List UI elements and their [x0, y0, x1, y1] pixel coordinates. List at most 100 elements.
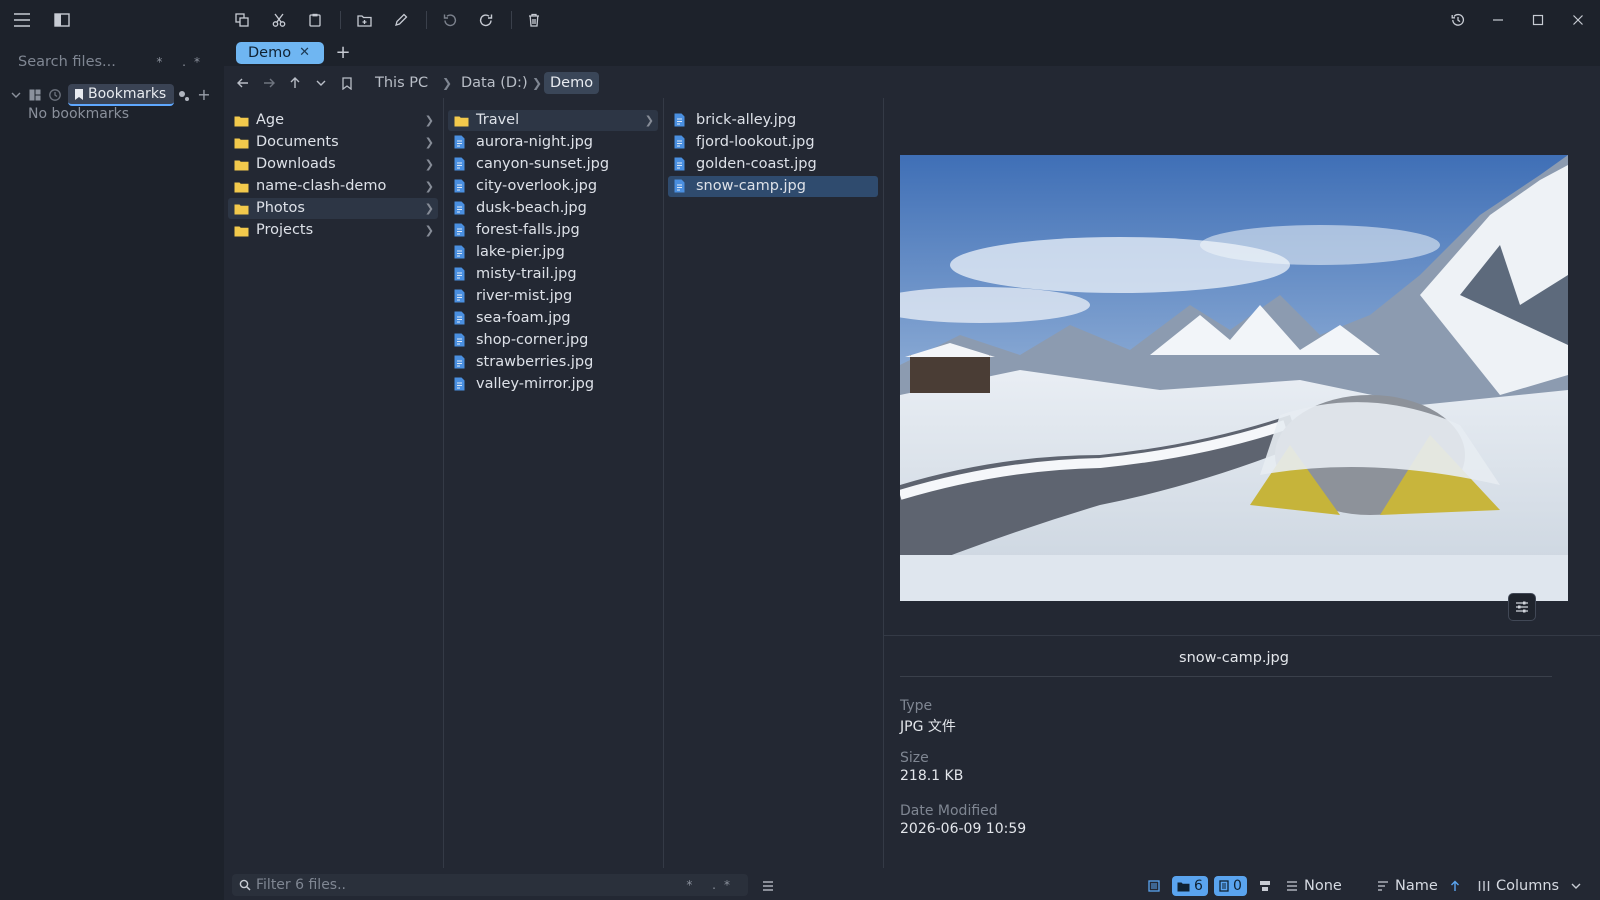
menu-icon[interactable] — [9, 8, 35, 32]
minimize-icon[interactable] — [1485, 8, 1511, 32]
column-root: Age ❯ Documents ❯ Downloads ❯ name-clash-demo ❯… — [224, 98, 444, 868]
manage-bookmarks-icon[interactable] — [176, 88, 190, 102]
chevron-right-icon: ❯ — [644, 114, 654, 127]
no-bookmarks-text: No bookmarks — [28, 106, 129, 122]
folder-icon — [234, 201, 249, 216]
file-count: 0 — [1233, 878, 1242, 894]
filter-placeholder: Filter 6 files.. — [256, 877, 346, 893]
undo-icon[interactable] — [437, 8, 463, 32]
type-value: JPG 文件 — [900, 719, 956, 735]
file-item[interactable]: river-mist.jpg — [448, 286, 658, 307]
sort-direction-icon[interactable] — [1450, 875, 1460, 897]
file-item[interactable]: lake-pier.jpg — [448, 242, 658, 263]
history-icon[interactable] — [1445, 8, 1471, 32]
add-bookmark-icon[interactable]: + — [196, 85, 212, 104]
file-item[interactable]: dusk-beach.jpg — [448, 198, 658, 219]
folder-item[interactable]: Projects ❯ — [228, 220, 438, 241]
folder-icon — [454, 113, 469, 128]
item-label: snow-camp.jpg — [696, 178, 806, 194]
history-dropdown-icon[interactable] — [310, 72, 332, 94]
filter-menu-icon[interactable] — [762, 875, 774, 897]
sort-by-selector[interactable]: Name — [1377, 875, 1438, 897]
breadcrumb-data-d[interactable]: Data (D:) — [461, 72, 528, 94]
chevron-down-icon — [1571, 883, 1581, 889]
close-window-icon[interactable] — [1565, 8, 1591, 32]
file-item[interactable]: canyon-sunset.jpg — [448, 154, 658, 175]
item-label: aurora-night.jpg — [476, 134, 594, 150]
folder-item[interactable]: name-clash-demo ❯ — [228, 176, 438, 197]
search-files-placeholder: Search files... — [18, 54, 116, 70]
chevron-down-icon[interactable] — [10, 88, 22, 102]
file-count-badge[interactable]: 0 — [1214, 875, 1247, 897]
new-tab-button[interactable]: + — [332, 42, 354, 64]
sort-by-value: Name — [1395, 878, 1438, 894]
breadcrumb-this-pc[interactable]: This PC — [375, 72, 428, 94]
tab-demo[interactable]: Demo ✕ — [236, 42, 324, 64]
item-label: strawberries.jpg — [476, 354, 594, 370]
bookmarks-tab[interactable]: Bookmarks — [68, 84, 175, 106]
file-item[interactable]: valley-mirror.jpg — [448, 374, 658, 395]
up-icon[interactable] — [284, 72, 306, 94]
image-file-icon — [454, 289, 469, 304]
search-options[interactable]: * .* — [156, 50, 208, 74]
delete-icon[interactable] — [521, 8, 547, 32]
group-by-selector[interactable]: None — [1286, 875, 1342, 897]
item-label: city-overlook.jpg — [476, 178, 598, 194]
file-item[interactable]: strawberries.jpg — [448, 352, 658, 373]
rename-icon[interactable] — [388, 8, 414, 32]
filter-options[interactable]: * .* — [686, 874, 738, 896]
chevron-right-icon: ❯ — [424, 180, 434, 193]
file-item[interactable]: brick-alley.jpg — [668, 110, 878, 131]
layout-icon[interactable] — [28, 88, 42, 102]
file-item[interactable]: sea-foam.jpg — [448, 308, 658, 329]
new-folder-icon[interactable] — [351, 8, 377, 32]
cut-icon[interactable] — [266, 8, 292, 32]
file-item[interactable]: misty-trail.jpg — [448, 264, 658, 285]
folder-item[interactable]: Documents ❯ — [228, 132, 438, 153]
image-file-icon — [674, 157, 689, 172]
bookmark-outline-icon[interactable] — [336, 72, 358, 94]
folder-item[interactable]: Downloads ❯ — [228, 154, 438, 175]
file-item[interactable]: shop-corner.jpg — [448, 330, 658, 351]
file-item[interactable]: snow-camp.jpg — [668, 176, 878, 197]
folder-icon — [234, 113, 249, 128]
bookmarks-label: Bookmarks — [88, 86, 167, 102]
item-label: forest-falls.jpg — [476, 222, 580, 238]
copy-icon[interactable] — [229, 8, 255, 32]
folder-item[interactable]: Age ❯ — [228, 110, 438, 131]
redo-icon[interactable] — [473, 8, 499, 32]
item-label: golden-coast.jpg — [696, 156, 817, 172]
item-label: shop-corner.jpg — [476, 332, 589, 348]
file-item[interactable]: golden-coast.jpg — [668, 154, 878, 175]
filter-input[interactable]: Filter 6 files.. * .* — [232, 874, 748, 896]
panel-toggle-icon[interactable] — [1259, 875, 1271, 897]
maximize-icon[interactable] — [1525, 8, 1551, 32]
folder-item[interactable]: Photos ❯ — [228, 198, 438, 219]
forward-icon[interactable] — [258, 72, 280, 94]
back-icon[interactable] — [232, 72, 254, 94]
bookmarks-row: Bookmarks + — [8, 84, 218, 106]
file-item[interactable]: city-overlook.jpg — [448, 176, 658, 197]
bookmark-icon — [74, 88, 84, 101]
file-item[interactable]: forest-falls.jpg — [448, 220, 658, 241]
paste-icon[interactable] — [302, 8, 328, 32]
item-label: canyon-sunset.jpg — [476, 156, 610, 172]
toggle-sidebar-icon[interactable] — [49, 8, 75, 32]
file-item[interactable]: fjord-lookout.jpg — [668, 132, 878, 153]
folder-icon — [234, 179, 249, 194]
folder-count-badge[interactable]: 6 — [1172, 875, 1208, 897]
breadcrumb-demo[interactable]: Demo — [544, 72, 600, 94]
preview-image — [900, 155, 1568, 601]
preview-adjust-button[interactable] — [1508, 593, 1536, 621]
folder-item[interactable]: Travel ❯ — [448, 110, 658, 131]
search-files-input[interactable]: Search files... * .* — [10, 50, 216, 74]
close-tab-icon[interactable]: ✕ — [299, 42, 310, 64]
recent-icon[interactable] — [48, 88, 62, 102]
view-mode-selector[interactable]: Columns — [1478, 875, 1581, 897]
item-label: fjord-lookout.jpg — [696, 134, 815, 150]
folder-icon — [234, 135, 249, 150]
folder-icon — [234, 157, 249, 172]
item-label: lake-pier.jpg — [476, 244, 565, 260]
file-item[interactable]: aurora-night.jpg — [448, 132, 658, 153]
select-all-icon[interactable] — [1148, 875, 1160, 897]
